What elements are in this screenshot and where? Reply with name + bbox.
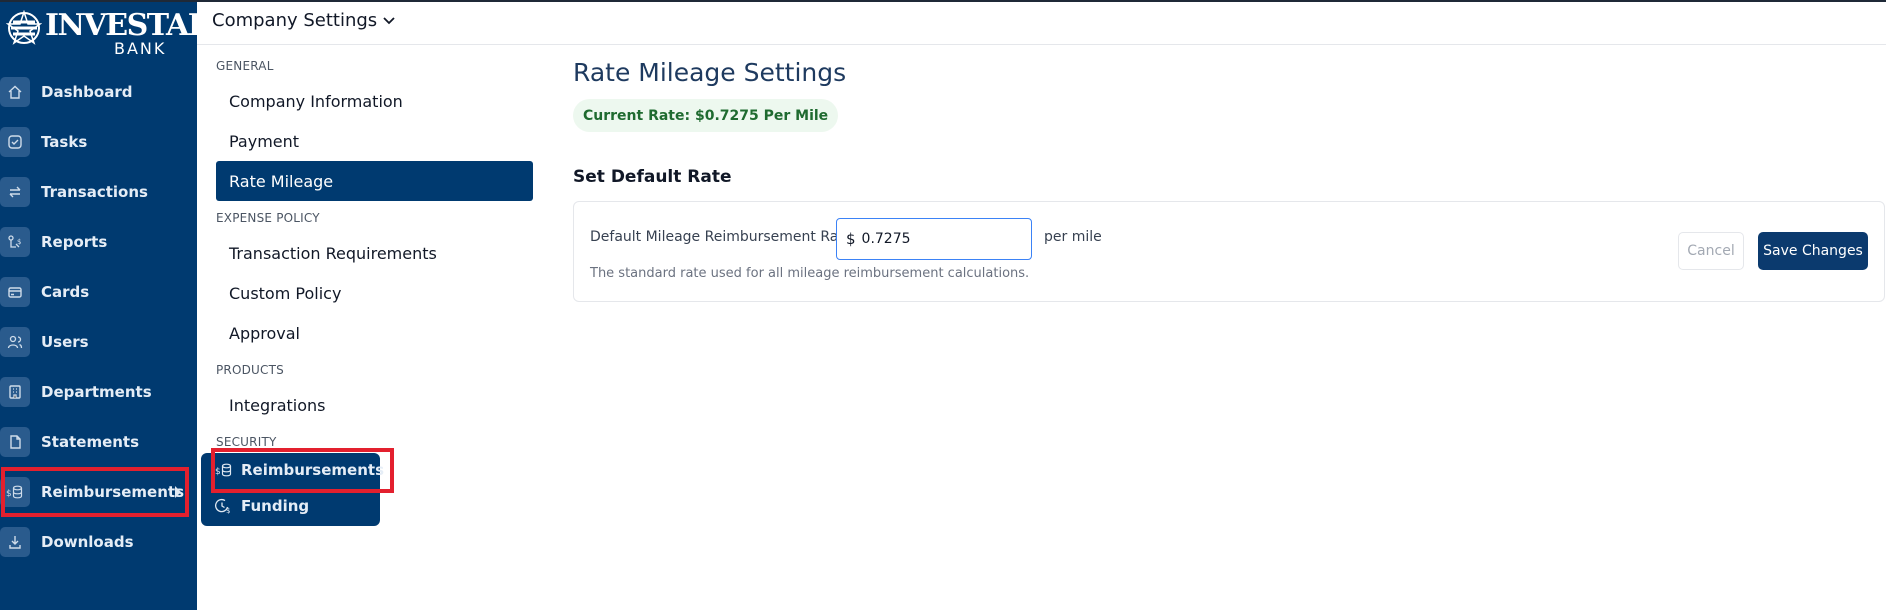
rate-field-label: Default Mileage Reimbursement Rate: — [590, 229, 858, 245]
coins-icon: $ — [0, 477, 30, 507]
sidebar-item-reports[interactable]: $ Reports — [0, 217, 197, 267]
sidebar-item-label: Downloads — [41, 533, 134, 551]
main-title: Rate Mileage Settings — [573, 58, 847, 87]
rate-unit: per mile — [1044, 229, 1102, 245]
sidebar-item-departments[interactable]: Departments — [0, 367, 197, 417]
reimbursements-flyout-menu: $ Reimbursements $ Funding — [201, 453, 384, 526]
svg-text:$: $ — [17, 238, 21, 246]
users-icon — [0, 327, 30, 357]
sidebar-item-transactions[interactable]: Transactions — [0, 167, 197, 217]
document-icon — [0, 427, 30, 457]
home-icon — [0, 77, 30, 107]
currency-symbol: $ — [846, 230, 856, 248]
sidebar-item-reimbursements[interactable]: $ Reimbursements — [0, 467, 197, 517]
sidebar-item-label: Users — [41, 333, 89, 351]
swap-arrows-icon — [0, 177, 30, 207]
section-label-security: SECURITY — [216, 435, 277, 449]
sidebar-item-dashboard[interactable]: Dashboard — [0, 67, 197, 117]
settings-item-transaction-requirements[interactable]: Transaction Requirements — [216, 234, 533, 272]
sidebar-item-cards[interactable]: Cards — [0, 267, 197, 317]
caret-right-icon — [175, 486, 181, 498]
section-label-expense-policy: EXPENSE POLICY — [216, 211, 320, 225]
section-heading: Set Default Rate — [573, 167, 732, 187]
download-icon — [0, 527, 30, 557]
sidebar: INVESTAR BANK Dashboard Tasks Transactio… — [0, 2, 213, 610]
coins-icon: $ — [215, 463, 232, 477]
company-settings-dropdown[interactable]: Company Settings — [212, 10, 395, 31]
svg-text:$: $ — [226, 507, 230, 514]
rate-input[interactable] — [861, 231, 1012, 247]
current-rate-text: Current Rate: $0.7275 Per Mile — [583, 107, 829, 124]
flyout-item-funding[interactable]: $ Funding — [215, 494, 309, 518]
sidebar-item-label: Reimbursements — [41, 483, 184, 501]
save-changes-button[interactable]: Save Changes — [1758, 232, 1868, 270]
help-text: The standard rate used for all mileage r… — [590, 266, 1030, 281]
flyout-item-label: Funding — [241, 497, 310, 515]
top-border — [0, 0, 1886, 2]
credit-card-icon — [0, 277, 30, 307]
building-icon — [0, 377, 30, 407]
star-emblem-icon — [6, 10, 42, 45]
settings-item-custom-policy[interactable]: Custom Policy — [216, 274, 533, 312]
sidebar-item-statements[interactable]: Statements — [0, 417, 197, 467]
settings-item-integrations[interactable]: Integrations — [216, 386, 533, 424]
section-label-general: GENERAL — [216, 59, 274, 73]
report-icon: $ — [0, 227, 30, 257]
settings-item-rate-mileage[interactable]: Rate Mileage — [216, 161, 533, 201]
svg-text:$: $ — [6, 489, 12, 499]
rate-input-wrapper[interactable]: $ — [836, 218, 1032, 260]
chevron-down-icon — [383, 16, 395, 24]
sidebar-item-tasks[interactable]: Tasks — [0, 117, 197, 167]
sidebar-item-users[interactable]: Users — [0, 317, 197, 367]
sidebar-item-label: Tasks — [41, 133, 88, 151]
sidebar-item-label: Dashboard — [41, 83, 133, 101]
check-circle-icon — [0, 127, 30, 157]
brand-logo[interactable]: INVESTAR BANK — [6, 10, 213, 60]
sidebar-item-downloads[interactable]: Downloads — [0, 517, 197, 567]
svg-text:$: $ — [215, 467, 221, 477]
flyout-item-reimbursements[interactable]: $ Reimbursements — [215, 458, 384, 482]
cancel-button[interactable]: Cancel — [1678, 232, 1744, 270]
sidebar-item-label: Reports — [41, 233, 108, 251]
sidebar-item-label: Transactions — [41, 183, 148, 201]
section-label-products: PRODUCTS — [216, 363, 284, 377]
brand-name: INVESTAR — [45, 8, 213, 43]
brand-sub: BANK — [114, 39, 167, 58]
header-divider — [197, 44, 1886, 45]
sidebar-item-label: Cards — [41, 283, 90, 301]
current-rate-badge: Current Rate: $0.7275 Per Mile — [573, 99, 839, 132]
sidebar-item-label: Departments — [41, 383, 152, 401]
sidebar-item-label: Statements — [41, 433, 140, 451]
clock-dollar-icon: $ — [215, 498, 230, 514]
settings-item-payment[interactable]: Payment — [216, 122, 533, 160]
page-title: Company Settings — [212, 10, 378, 31]
default-rate-card: Default Mileage Reimbursement Rate: $ pe… — [573, 201, 1885, 302]
settings-item-company-information[interactable]: Company Information — [216, 82, 533, 120]
settings-item-approval[interactable]: Approval — [216, 314, 533, 352]
flyout-item-label: Reimbursements — [241, 461, 384, 479]
